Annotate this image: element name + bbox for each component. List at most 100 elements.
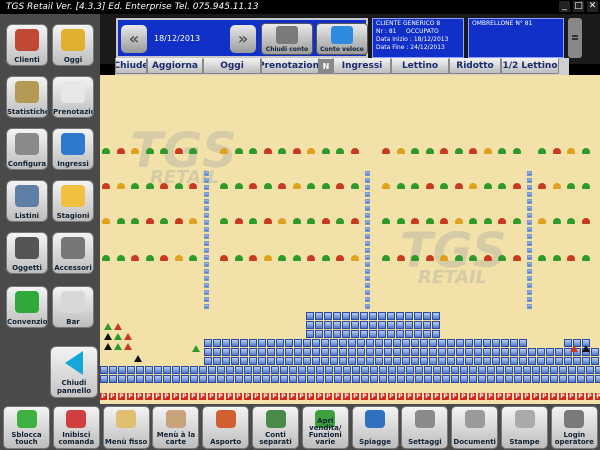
cabin-slot[interactable] [405, 312, 413, 320]
cabin-slot[interactable] [204, 348, 212, 356]
umbrella-spot[interactable] [512, 218, 521, 224]
cabin-slot[interactable] [370, 366, 378, 374]
umbrella-spot[interactable] [278, 148, 286, 154]
quick-account-button[interactable]: Conto veloce [316, 23, 368, 55]
cabin-slot[interactable] [181, 366, 189, 374]
cabin-slot[interactable] [333, 321, 341, 329]
cabin-slot[interactable] [442, 366, 450, 374]
cabin-slot[interactable] [271, 366, 279, 374]
cabin-slot[interactable] [244, 366, 252, 374]
cabin-slot[interactable] [312, 339, 320, 347]
cabin-slot[interactable] [559, 366, 567, 374]
cabin-slot[interactable] [280, 375, 288, 383]
menù-à-la-carte-button[interactable]: Menù à la carte [152, 406, 200, 449]
umbrella-spot[interactable] [234, 218, 243, 224]
umbrella-spot[interactable] [145, 218, 154, 224]
umbrella-spot[interactable] [160, 218, 168, 224]
cabin-slot[interactable] [357, 357, 365, 365]
cabin-slot[interactable] [415, 375, 423, 383]
umbrella-spot[interactable] [220, 148, 228, 154]
umbrella-spot[interactable] [336, 255, 344, 261]
umbrella-spot[interactable] [350, 218, 359, 224]
cabin-slot[interactable] [505, 375, 513, 383]
umbrella-spot[interactable] [411, 218, 419, 224]
umbrella-spot[interactable] [483, 148, 492, 154]
cabin-slot[interactable] [559, 375, 567, 383]
close-icon[interactable]: ✕ [587, 1, 598, 12]
cabin-slot[interactable] [501, 339, 509, 347]
umbrella-spot[interactable] [174, 218, 183, 224]
cabin-slot[interactable] [393, 348, 401, 356]
cabin-slot[interactable] [348, 339, 356, 347]
umbrella-spot[interactable] [454, 148, 463, 154]
cabin-slot[interactable] [190, 375, 198, 383]
cabin-slot[interactable] [352, 375, 360, 383]
cabin-slot[interactable] [289, 375, 297, 383]
cabin-slot[interactable] [523, 375, 531, 383]
cabin-slot[interactable] [387, 330, 395, 338]
umbrella-spot[interactable] [350, 148, 359, 154]
cabin-slot[interactable] [460, 375, 468, 383]
cabin-slot[interactable] [465, 348, 473, 356]
cabin-slot[interactable] [432, 330, 440, 338]
umbrella-spot[interactable] [382, 255, 390, 261]
cabin-slot[interactable] [415, 366, 423, 374]
umbrella-spot[interactable] [454, 218, 463, 224]
settaggi-button[interactable]: Settaggi [401, 406, 449, 449]
cabin-slot[interactable] [541, 366, 549, 374]
cabin-slot[interactable] [474, 339, 482, 347]
cabin-slot[interactable] [384, 348, 392, 356]
cabin-slot[interactable] [213, 348, 221, 356]
cabin-slot[interactable] [163, 375, 171, 383]
cabin-slot[interactable] [523, 366, 531, 374]
umbrella-spot[interactable] [321, 148, 330, 154]
umbrella-spot[interactable] [116, 218, 125, 224]
umbrella-spot[interactable] [581, 148, 590, 154]
umbrella-spot[interactable] [116, 255, 125, 261]
cabin-slot[interactable] [438, 339, 446, 347]
cabin-slot[interactable] [294, 339, 302, 347]
cabin-slot[interactable] [267, 357, 275, 365]
cabin-slot[interactable] [405, 321, 413, 329]
cabin-slot[interactable] [568, 375, 576, 383]
cabin-slot[interactable] [375, 357, 383, 365]
maximize-icon[interactable]: □ [573, 1, 584, 12]
umbrella-spot[interactable] [538, 255, 546, 261]
cabin-slot[interactable] [420, 339, 428, 347]
umbrella-spot[interactable] [249, 255, 257, 261]
cabin-slot[interactable] [396, 312, 404, 320]
close-panel-button[interactable]: Chiudi pannello [50, 346, 98, 398]
spiagge-button[interactable]: Spiagge [351, 406, 399, 449]
umbrella-spot[interactable] [336, 218, 344, 224]
cabin-slot[interactable] [298, 366, 306, 374]
cabin-slot[interactable] [163, 366, 171, 374]
cabin-slot[interactable] [577, 375, 585, 383]
cabin-slot[interactable] [387, 312, 395, 320]
cabin-slot[interactable] [369, 330, 377, 338]
umbrella-spot[interactable] [411, 255, 419, 261]
cabin-slot[interactable] [303, 357, 311, 365]
tab-ridotto[interactable]: Ridotto [449, 58, 501, 74]
cabin-slot[interactable] [271, 375, 279, 383]
cabin-slot[interactable] [460, 366, 468, 374]
cabin-slot[interactable] [487, 375, 495, 383]
cabin-slot[interactable] [447, 348, 455, 356]
cabin-slot[interactable] [289, 366, 297, 374]
cabin-slot[interactable] [528, 348, 536, 356]
cabin-slot[interactable] [474, 357, 482, 365]
cabin-slot[interactable] [109, 366, 117, 374]
umbrella-spot[interactable] [581, 218, 590, 224]
cabin-slot[interactable] [510, 339, 518, 347]
cabin-slot[interactable] [315, 330, 323, 338]
cabin-slot[interactable] [285, 348, 293, 356]
cabin-slot[interactable] [432, 321, 440, 329]
tab-n[interactable]: N [319, 58, 333, 74]
cabin-slot[interactable] [154, 375, 162, 383]
cabin-slot[interactable] [307, 366, 315, 374]
umbrella-spot[interactable] [411, 148, 419, 154]
cabin-slot[interactable] [384, 339, 392, 347]
cabin-slot[interactable] [492, 357, 500, 365]
cabin-slot[interactable] [510, 357, 518, 365]
apri-vendita-funzioni-varie-button[interactable]: Apri vendita/ Funzioni varie [301, 406, 349, 449]
umbrella-spot[interactable] [425, 218, 434, 224]
